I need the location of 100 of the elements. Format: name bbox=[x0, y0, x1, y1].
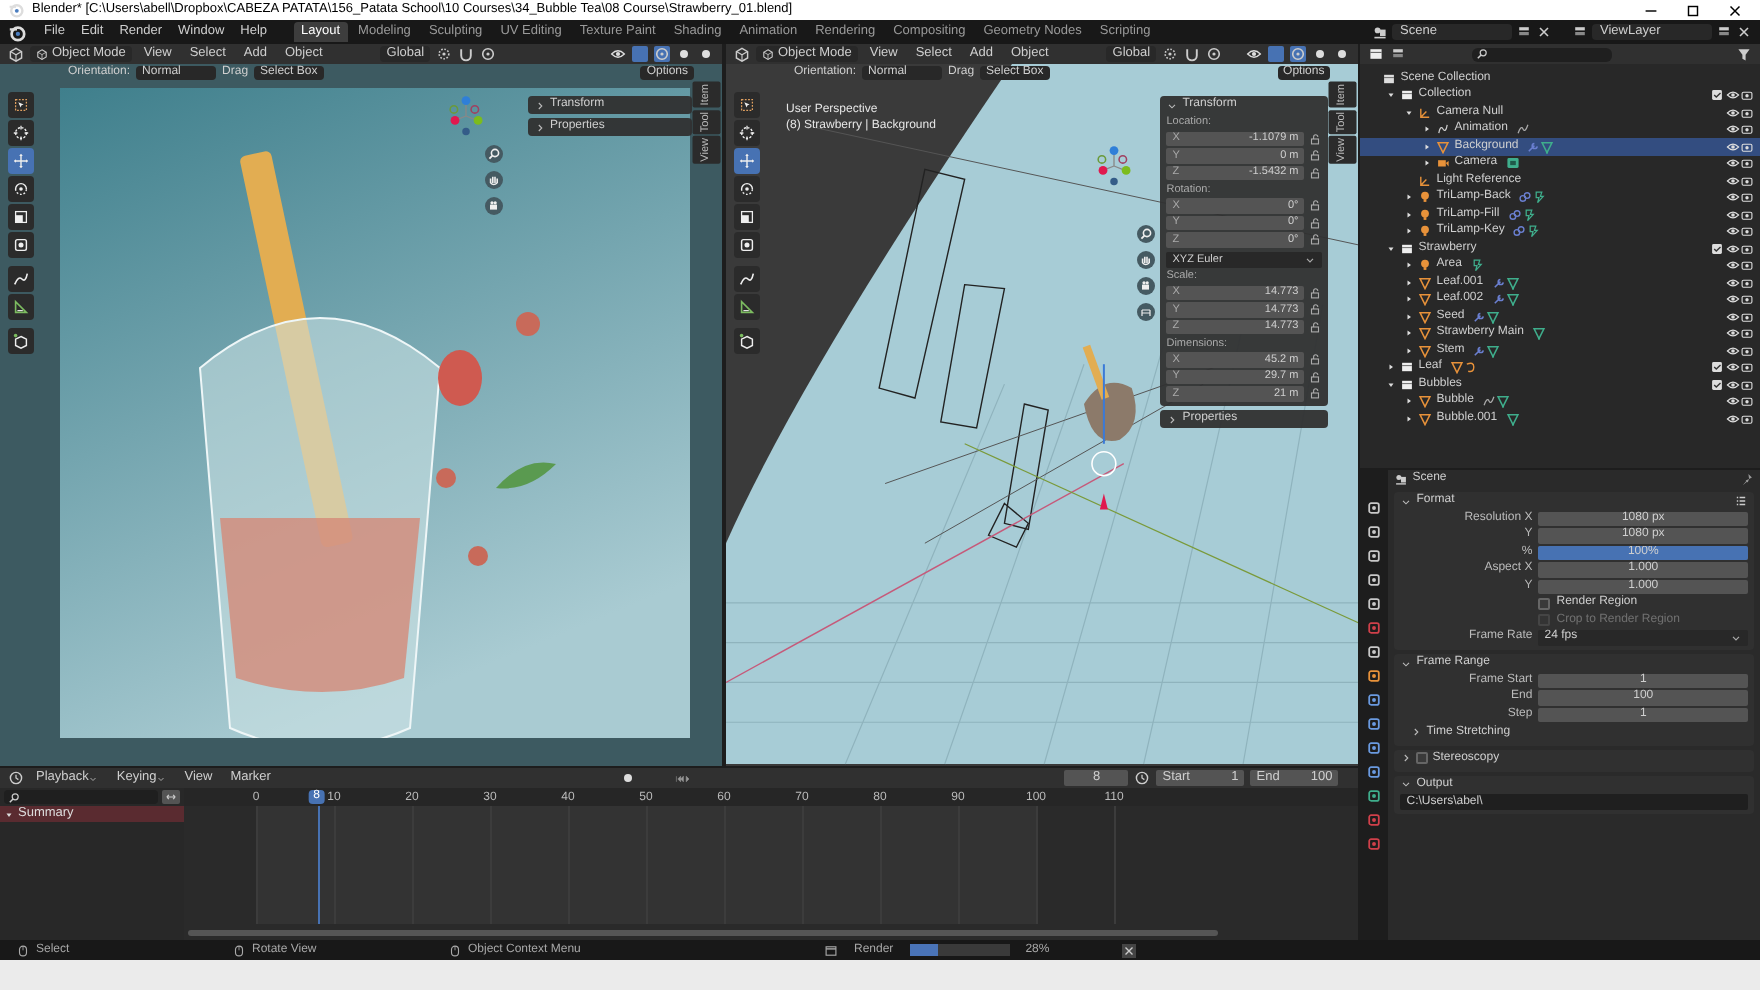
properties-tab-view-layer-icon[interactable] bbox=[1364, 570, 1385, 590]
tool-measure-icon[interactable] bbox=[734, 294, 760, 320]
display-mode-icon[interactable] bbox=[1390, 46, 1407, 62]
maximize-icon[interactable] bbox=[1684, 1, 1702, 19]
proportional-edit-icon[interactable] bbox=[1206, 46, 1223, 62]
lock-icon[interactable] bbox=[1308, 386, 1323, 401]
camera-icon[interactable] bbox=[1740, 309, 1754, 324]
view-layer-icon[interactable] bbox=[1572, 24, 1588, 40]
tool-select-icon[interactable] bbox=[734, 92, 760, 118]
properties-tab-physics-icon[interactable] bbox=[1364, 738, 1385, 758]
lock-icon[interactable] bbox=[1308, 165, 1323, 180]
shading-rendered-icon[interactable] bbox=[1334, 46, 1351, 62]
camera-icon[interactable] bbox=[1740, 105, 1754, 120]
eye-icon[interactable] bbox=[1726, 394, 1740, 409]
proportional-edit-icon[interactable] bbox=[480, 46, 497, 62]
tool-transform-icon[interactable] bbox=[8, 232, 34, 258]
eye-icon[interactable] bbox=[1726, 105, 1740, 120]
lock-icon[interactable] bbox=[1308, 148, 1323, 163]
lock-icon[interactable] bbox=[1308, 232, 1323, 247]
tool-annotate-icon[interactable] bbox=[8, 266, 34, 292]
include-checkbox[interactable] bbox=[1710, 88, 1724, 103]
expand-toggle-icon[interactable] bbox=[1404, 107, 1415, 118]
camera-icon[interactable] bbox=[1740, 275, 1754, 290]
camera-view-icon[interactable] bbox=[1136, 276, 1156, 296]
shading-rendered-icon[interactable] bbox=[698, 46, 714, 62]
camera-icon[interactable] bbox=[1740, 88, 1754, 103]
overlay-toggle-icon[interactable] bbox=[654, 46, 670, 62]
expand-toggle-icon[interactable] bbox=[1404, 277, 1415, 288]
tool-transform-icon[interactable] bbox=[734, 232, 760, 258]
lock-icon[interactable] bbox=[1308, 285, 1323, 300]
camera-icon[interactable] bbox=[1740, 377, 1754, 392]
eye-icon[interactable] bbox=[1726, 122, 1740, 137]
properties-tab-particles-icon[interactable] bbox=[1364, 714, 1385, 734]
camera-icon[interactable] bbox=[1740, 394, 1754, 409]
eye-icon[interactable] bbox=[1726, 258, 1740, 273]
navigation-gizmo-icon[interactable] bbox=[444, 94, 488, 138]
tool-move-icon[interactable] bbox=[734, 148, 760, 174]
lock-icon[interactable] bbox=[1308, 319, 1323, 334]
editor-type-icon[interactable] bbox=[1368, 46, 1385, 62]
tool-annotate-icon[interactable] bbox=[734, 266, 760, 292]
pivot-icon[interactable] bbox=[1162, 46, 1179, 62]
expand-toggle-icon[interactable] bbox=[1404, 192, 1415, 203]
properties-tab-data-icon[interactable] bbox=[1364, 786, 1385, 806]
tool-rotate-icon[interactable] bbox=[8, 176, 34, 202]
visibility-icon[interactable] bbox=[1246, 46, 1263, 62]
record-icon[interactable] bbox=[619, 770, 636, 786]
tool-measure-icon[interactable] bbox=[8, 294, 34, 320]
lock-icon[interactable] bbox=[1308, 302, 1323, 317]
expand-toggle-icon[interactable] bbox=[1404, 413, 1415, 424]
properties-tab-modifier-icon[interactable] bbox=[1364, 690, 1385, 710]
properties-tab-texture-icon[interactable] bbox=[1364, 834, 1385, 854]
properties-tab-output-icon[interactable] bbox=[1364, 546, 1385, 566]
grid-view-icon[interactable] bbox=[1136, 302, 1156, 322]
clock-icon[interactable] bbox=[1134, 770, 1151, 786]
camera-view-icon[interactable] bbox=[484, 196, 504, 216]
search-field[interactable] bbox=[4, 790, 158, 804]
expand-toggle-icon[interactable] bbox=[1404, 396, 1415, 407]
include-checkbox[interactable] bbox=[1710, 377, 1724, 392]
properties-tab-render-icon[interactable] bbox=[1364, 522, 1385, 542]
properties-tab-object-icon[interactable] bbox=[1364, 666, 1385, 686]
search-field[interactable] bbox=[1472, 47, 1613, 61]
gizmo-toggle-icon[interactable] bbox=[1268, 46, 1285, 62]
panel-checkbox[interactable] bbox=[1416, 752, 1429, 764]
camera-icon[interactable] bbox=[1740, 224, 1754, 239]
eye-icon[interactable] bbox=[1726, 309, 1740, 324]
snap-icon[interactable] bbox=[458, 46, 475, 62]
blender-logo-icon[interactable] bbox=[8, 23, 26, 41]
tool-rotate-icon[interactable] bbox=[734, 176, 760, 202]
presets-icon[interactable] bbox=[1734, 494, 1748, 508]
eye-icon[interactable] bbox=[1726, 360, 1740, 375]
properties-tab-world-icon[interactable] bbox=[1364, 618, 1385, 638]
camera-icon[interactable] bbox=[1740, 360, 1754, 375]
eye-icon[interactable] bbox=[1726, 292, 1740, 307]
editor-type-icon[interactable] bbox=[734, 46, 750, 62]
eye-icon[interactable] bbox=[1726, 411, 1740, 426]
camera-icon[interactable] bbox=[1740, 207, 1754, 222]
camera-icon[interactable] bbox=[1740, 190, 1754, 205]
eye-icon[interactable] bbox=[1726, 156, 1740, 171]
lock-icon[interactable] bbox=[1308, 215, 1323, 230]
horizontal-scrollbar[interactable] bbox=[188, 930, 1219, 936]
tool-cursor-icon[interactable] bbox=[734, 120, 760, 146]
eye-icon[interactable] bbox=[1726, 224, 1740, 239]
eye-icon[interactable] bbox=[1726, 207, 1740, 222]
zoom-icon[interactable] bbox=[1136, 224, 1156, 244]
tool-scale-icon[interactable] bbox=[8, 204, 34, 230]
visibility-icon[interactable] bbox=[610, 46, 626, 62]
expand-toggle-icon[interactable] bbox=[1422, 141, 1433, 152]
close-icon[interactable] bbox=[1726, 1, 1744, 19]
eye-icon[interactable] bbox=[1726, 326, 1740, 341]
tool-cursor-icon[interactable] bbox=[8, 120, 34, 146]
pan-hand-icon[interactable] bbox=[1136, 250, 1156, 270]
pivot-icon[interactable] bbox=[436, 46, 453, 62]
tool-add-cube-icon[interactable] bbox=[734, 328, 760, 354]
gizmo-toggle-icon[interactable] bbox=[632, 46, 648, 62]
snap-icon[interactable] bbox=[1184, 46, 1201, 62]
eye-icon[interactable] bbox=[1726, 275, 1740, 290]
expand-toggle-icon[interactable] bbox=[1404, 294, 1415, 305]
properties-tab-material-icon[interactable] bbox=[1364, 810, 1385, 830]
expand-toggle-icon[interactable] bbox=[1404, 209, 1415, 220]
expand-toggle-icon[interactable] bbox=[1404, 226, 1415, 237]
